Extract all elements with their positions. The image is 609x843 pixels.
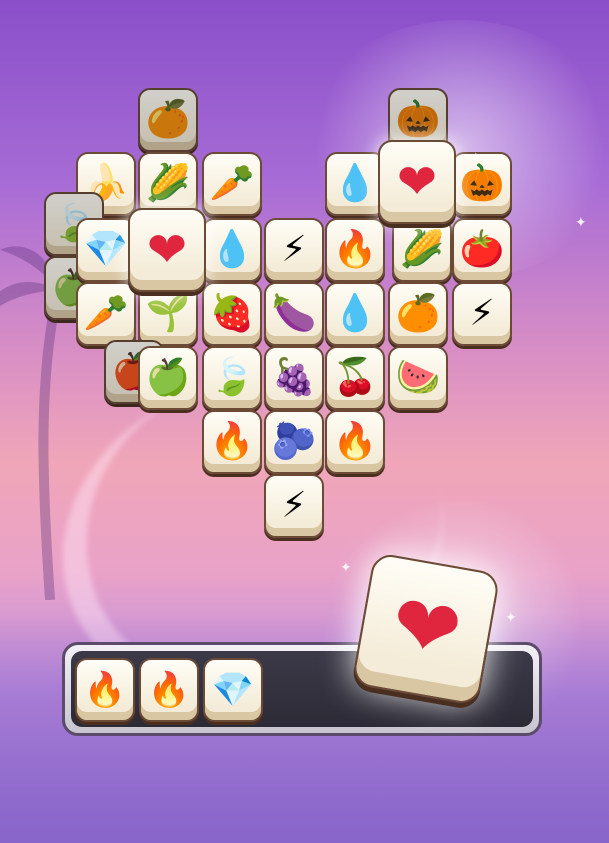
fire-icon: 🔥 xyxy=(332,229,378,270)
board-tile[interactable]: 🍆 xyxy=(264,282,324,346)
board-tile[interactable]: 🥕 xyxy=(76,282,136,346)
grapes-icon: 🍇 xyxy=(271,357,317,398)
board-tile[interactable]: ⚡ xyxy=(264,218,324,282)
board-tile[interactable]: 💎 xyxy=(76,218,136,282)
board-tile[interactable]: 🍅 xyxy=(452,218,512,282)
fire-icon: 🔥 xyxy=(83,670,127,710)
board-tile[interactable]: ⚡ xyxy=(452,282,512,346)
radish-icon: 🫐 xyxy=(271,421,317,462)
game-scene: 🍊 🎃 🍌 🌽 🥕 💧 🎃 🍃 🍏 💎 💧 ⚡ 🔥 🌽 🍅 🥕 🌱 🍓 🍆 💧 🍊 ⚡ 🍎 🍏 🍃 🍇 🍒 🍉 🔥 🫐 🔥 ⚡ ❤ ❤ 🔥 🔥… xyxy=(0,0,609,843)
lightning-icon: ⚡ xyxy=(281,229,307,270)
board-tile[interactable]: 🍃 xyxy=(202,346,262,410)
sprout-icon: 🌱 xyxy=(145,293,191,334)
board-tile[interactable]: 🍓 xyxy=(202,282,262,346)
sparkle-icon: ✦ xyxy=(340,560,352,576)
sparkle-icon: ✦ xyxy=(505,610,517,626)
board-tile[interactable]: 🫐 xyxy=(264,410,324,474)
cherries-icon: 🍒 xyxy=(332,357,378,398)
corn-icon: 🌽 xyxy=(399,229,445,270)
board-tile[interactable]: 🍒 xyxy=(325,346,385,410)
board-heart-tile-left[interactable]: ❤ xyxy=(128,208,206,292)
watermelon-icon: 🍉 xyxy=(395,357,441,398)
board-tile[interactable]: 🌽 xyxy=(138,152,198,216)
lightning-icon: ⚡ xyxy=(469,293,495,334)
board-tile[interactable]: 🌽 xyxy=(392,218,452,282)
carrot-icon: 🥕 xyxy=(83,293,129,334)
carrot-icon: 🥕 xyxy=(209,163,255,204)
board-tile[interactable]: 🎃 xyxy=(452,152,512,216)
purple-gem-icon: 💎 xyxy=(211,670,255,710)
board-tile[interactable]: 🍇 xyxy=(264,346,324,410)
pumpkin-icon: 🎃 xyxy=(459,163,505,204)
water-drop-icon: 💧 xyxy=(332,293,378,334)
fire-icon: 🔥 xyxy=(147,670,191,710)
fire-icon: 🔥 xyxy=(209,421,255,462)
board-tile[interactable]: 💧 xyxy=(202,218,262,282)
tray-slot-3: 💎 xyxy=(203,658,263,722)
orange-icon: 🍊 xyxy=(395,293,441,334)
fire-icon: 🔥 xyxy=(332,421,378,462)
pumpkin-icon: 🎃 xyxy=(395,99,441,140)
board-tile[interactable]: 🔥 xyxy=(325,218,385,282)
heart-icon: ❤ xyxy=(396,154,438,210)
eggplant-icon: 🍆 xyxy=(271,293,317,334)
water-drop-icon: 💧 xyxy=(332,163,378,204)
strawberry-icon: 🍓 xyxy=(209,293,255,334)
board-tile[interactable]: ⚡ xyxy=(264,474,324,538)
water-drop-icon: 💧 xyxy=(209,229,255,270)
tray-slot-2: 🔥 xyxy=(139,658,199,722)
board-tile[interactable]: 🍊 xyxy=(138,88,198,152)
board-tile[interactable]: 🍉 xyxy=(388,346,448,410)
board-tile[interactable]: 💧 xyxy=(325,152,385,216)
lightning-icon: ⚡ xyxy=(281,485,307,526)
orange-icon: 🍊 xyxy=(145,99,191,140)
purple-gem-icon: 💎 xyxy=(83,229,129,270)
board-tile[interactable]: 🥕 xyxy=(202,152,262,216)
tomato-icon: 🍅 xyxy=(459,229,505,270)
green-apple-icon: 🍏 xyxy=(145,357,191,398)
heart-icon: ❤ xyxy=(384,575,469,682)
sparkle-icon: ✦ xyxy=(470,150,482,166)
heart-icon: ❤ xyxy=(146,222,188,278)
corn-icon: 🌽 xyxy=(145,163,191,204)
sparkle-icon: ✦ xyxy=(575,215,587,231)
board-heart-tile-right[interactable]: ❤ xyxy=(378,140,456,224)
tray-slot-1: 🔥 xyxy=(75,658,135,722)
flying-heart-tile: ❤ xyxy=(351,551,501,707)
board-tile[interactable]: 🍊 xyxy=(388,282,448,346)
board-tile[interactable]: 💧 xyxy=(325,282,385,346)
leaf-icon: 🍃 xyxy=(209,357,255,398)
board-tile[interactable]: 🔥 xyxy=(202,410,262,474)
board-tile[interactable]: 🍏 xyxy=(138,346,198,410)
board-tile[interactable]: 🔥 xyxy=(325,410,385,474)
